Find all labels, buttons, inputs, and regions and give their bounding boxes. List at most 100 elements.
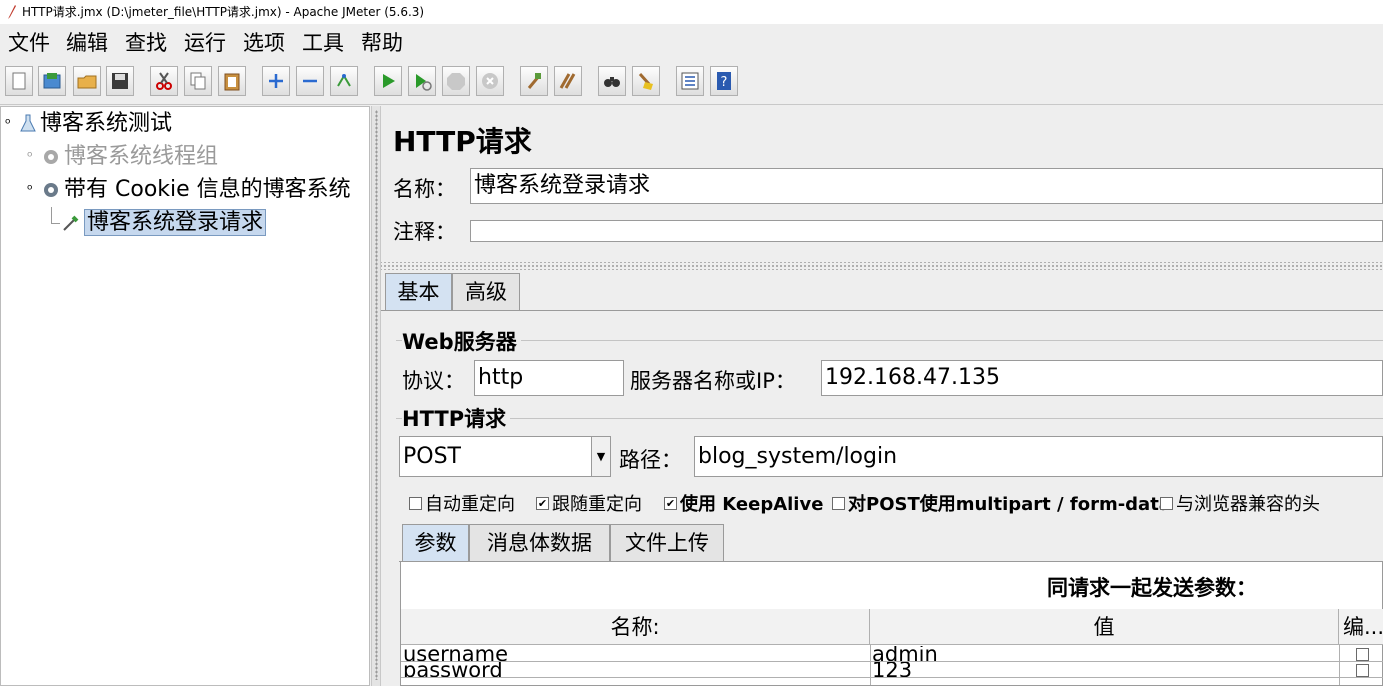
server-field[interactable]: 192.168.47.135 (821, 360, 1383, 396)
param-value-cell[interactable]: admin (872, 646, 1337, 662)
tree-handle-icon[interactable]: ᵒ (27, 142, 41, 172)
jmeter-feather-icon (8, 5, 16, 19)
reset-search-icon[interactable] (632, 66, 660, 96)
method-select[interactable]: POST ▼ (399, 436, 611, 477)
checkbox-box[interactable]: ✔ (536, 496, 549, 510)
tree-node-thread-group[interactable]: ᵒ 博客系统线程组 (27, 142, 218, 172)
menu-tools[interactable]: 工具 (302, 27, 344, 57)
param-value-cell[interactable]: 123 (872, 662, 1337, 678)
parameters-table: 同请求一起发送参数： 名称: 值 编... username admin pas… (400, 561, 1383, 686)
menu-options[interactable]: 选项 (243, 27, 285, 57)
tree-label-test-plan: 博客系统测试 (40, 111, 173, 136)
multipart-checkbox[interactable]: 对POST使用multipart / form-data (832, 490, 1171, 516)
checkbox-box[interactable]: ✔ (664, 496, 677, 510)
tab-advanced[interactable]: 高级 (452, 273, 520, 311)
chevron-down-icon[interactable]: ▼ (591, 437, 610, 476)
browser-headers-label: 与浏览器兼容的头 (1176, 494, 1320, 515)
tree-node-test-plan[interactable]: ᵒ 博客系统测试 (5, 109, 172, 139)
column-header-encode[interactable]: 编... (1339, 609, 1383, 645)
keepalive-checkbox[interactable]: ✔ 使用 KeepAlive (664, 490, 823, 516)
auto-redirect-checkbox[interactable]: 自动重定向 (409, 490, 515, 516)
path-label: 路径： (619, 448, 682, 472)
menu-help[interactable]: 帮助 (361, 27, 403, 57)
tree-handle-icon[interactable]: ᵒ (27, 175, 41, 205)
tree-label-login-sampler: 博客系统登录请求 (84, 209, 267, 236)
templates-icon[interactable] (38, 66, 66, 96)
menu-search[interactable]: 查找 (125, 27, 167, 57)
cut-icon[interactable] (150, 66, 178, 96)
clear-icon[interactable] (520, 66, 548, 96)
page-title: HTTP请求 (393, 125, 532, 158)
tree-node-login-sampler[interactable]: 博客系统登录请求 (61, 208, 267, 238)
checkbox-box[interactable] (409, 496, 422, 510)
save-icon[interactable] (106, 66, 134, 96)
comment-label: 注释： (393, 220, 456, 244)
menu-bar: 文件 编辑 查找 运行 选项 工具 帮助 (0, 24, 1383, 58)
menu-file[interactable]: 文件 (8, 27, 50, 57)
name-label: 名称： (393, 177, 456, 201)
copy-icon[interactable] (184, 66, 212, 96)
parameters-title: 同请求一起发送参数： (1047, 576, 1257, 600)
stop-icon[interactable] (442, 66, 470, 96)
function-helper-icon[interactable] (676, 66, 704, 96)
web-server-section (396, 340, 1383, 341)
column-divider (870, 645, 871, 685)
tree-handle-icon[interactable]: ᵒ (5, 109, 19, 139)
comment-field[interactable] (470, 220, 1383, 242)
search-icon[interactable] (598, 66, 626, 96)
param-name-cell[interactable]: password (403, 662, 868, 678)
multipart-label: 对POST使用multipart / form-data (848, 494, 1171, 515)
tab-parameters[interactable]: 参数 (402, 524, 469, 562)
window-title: HTTP请求.jmx (D:\jmeter_file\HTTP请求.jmx) -… (22, 5, 425, 19)
menu-edit[interactable]: 编辑 (66, 27, 108, 57)
http-request-section (396, 418, 1383, 419)
expand-icon[interactable] (262, 66, 290, 96)
start-icon[interactable] (374, 66, 402, 96)
protocol-field[interactable]: http (474, 360, 624, 396)
help-icon[interactable]: ? (710, 66, 738, 96)
gear-icon (44, 150, 58, 164)
vertical-split-handle[interactable] (381, 262, 1383, 270)
tree-node-cookie-group[interactable]: ᵒ 带有 Cookie 信息的博客系统 (27, 175, 351, 205)
column-divider (1339, 645, 1340, 685)
split-pane-divider[interactable] (371, 106, 381, 686)
shutdown-icon[interactable] (476, 66, 504, 96)
toggle-icon[interactable] (330, 66, 358, 96)
tab-border (381, 310, 1383, 311)
tab-file-upload[interactable]: 文件上传 (610, 524, 724, 562)
tree-connector (51, 207, 60, 224)
clear-all-icon[interactable] (554, 66, 582, 96)
param-name-cell[interactable]: username (403, 646, 868, 662)
http-request-title: HTTP请求 (402, 403, 511, 433)
collapse-icon[interactable] (296, 66, 324, 96)
keepalive-label: 使用 KeepAlive (680, 494, 824, 515)
start-no-pause-icon[interactable] (408, 66, 436, 96)
column-header-value[interactable]: 值 (870, 609, 1339, 645)
new-icon[interactable] (5, 66, 33, 96)
name-field[interactable]: 博客系统登录请求 (470, 168, 1383, 204)
server-label: 服务器名称或IP： (630, 369, 796, 393)
param-encode-checkbox[interactable] (1356, 648, 1369, 661)
protocol-label: 协议： (402, 369, 465, 393)
toolbar: ? (0, 60, 1383, 105)
title-bar: HTTP请求.jmx (D:\jmeter_file\HTTP请求.jmx) -… (0, 0, 1383, 24)
tab-basic[interactable]: 基本 (385, 273, 452, 311)
tab-body-data[interactable]: 消息体数据 (469, 524, 610, 562)
svg-text:?: ? (721, 75, 728, 90)
open-icon[interactable] (73, 66, 101, 96)
follow-redirect-checkbox[interactable]: ✔ 跟随重定向 (536, 490, 642, 516)
gear-icon (44, 183, 58, 197)
column-header-name[interactable]: 名称: (401, 609, 870, 645)
paste-icon[interactable] (218, 66, 246, 96)
checkbox-box[interactable] (1160, 496, 1173, 510)
row-divider (401, 677, 1383, 678)
checkbox-box[interactable] (832, 496, 845, 510)
menu-run[interactable]: 运行 (184, 27, 226, 57)
browser-headers-checkbox[interactable]: 与浏览器兼容的头 (1160, 490, 1320, 516)
path-field[interactable]: blog_system/login (694, 436, 1383, 477)
tree-label-thread-group: 博客系统线程组 (64, 144, 219, 169)
pipette-icon (63, 215, 79, 231)
method-value: POST (403, 444, 461, 469)
flask-icon (20, 114, 36, 132)
param-encode-checkbox[interactable] (1356, 664, 1369, 677)
